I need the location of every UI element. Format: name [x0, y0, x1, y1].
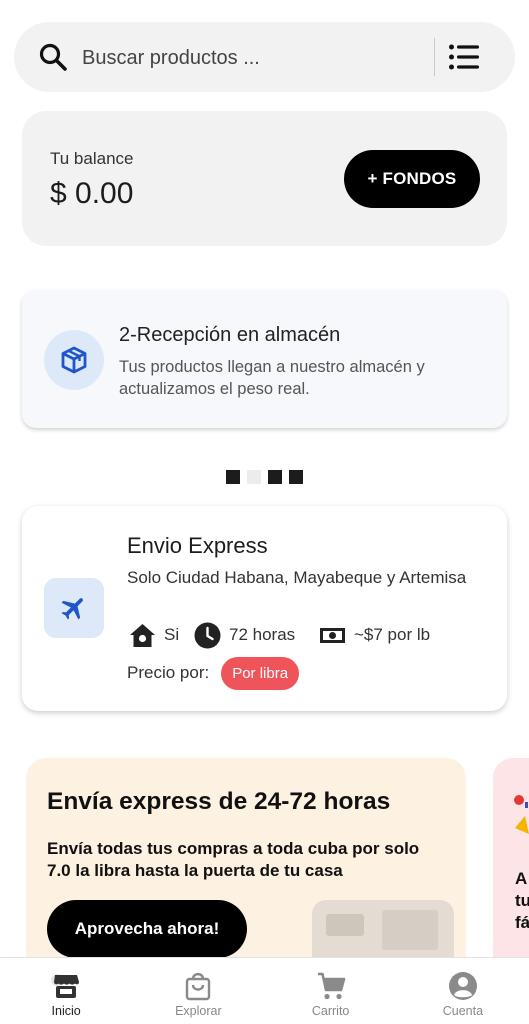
add-funds-button[interactable]: + FONDOS [344, 150, 480, 208]
money-icon [320, 627, 345, 643]
promo-text: Envía todas tus compras a toda cuba por … [47, 839, 420, 880]
search-input[interactable] [82, 44, 412, 72]
search-divider [434, 38, 435, 76]
airplane-icon [61, 598, 83, 620]
house-icon [130, 623, 155, 647]
balance-card: Tu balance $ 0.00 + FONDOS [22, 111, 507, 246]
package-icon [61, 346, 87, 374]
carousel-indicator [226, 470, 303, 484]
shipping-icon-badge [44, 578, 104, 638]
nav-label: Inicio [51, 1004, 81, 1018]
nav-label: Carrito [311, 1004, 350, 1018]
balance-label: Tu balance [50, 149, 134, 168]
search-bar[interactable] [14, 22, 515, 92]
party-popper-icon [514, 795, 529, 834]
carousel-dot[interactable] [268, 470, 282, 484]
account-icon [448, 972, 477, 1000]
step-description: Tus productos llegan a nuestro almacén y… [119, 358, 425, 398]
price-by-badge: Por libra [221, 656, 300, 690]
photo-detail [382, 910, 438, 950]
bottom-navigation: Inicio Explorar Carrito Cuenta [0, 957, 529, 1024]
price-by-label: Precio por: [127, 663, 210, 682]
next-promo-text: A tu fá [515, 869, 529, 932]
shipping-option-card[interactable]: Envio Express Solo Ciudad Habana, Mayabe… [22, 506, 507, 711]
promo-banner[interactable]: Envía express de 24-72 horas Envía todas… [26, 758, 466, 988]
carousel-dot[interactable] [226, 470, 240, 484]
cart-icon [317, 972, 345, 1000]
price-by-row: Precio por: Por libra [127, 656, 300, 690]
duration-value: 72 horas [229, 625, 296, 644]
cost-value: ~$7 por lb [354, 625, 431, 644]
balance-amount: $ 0.00 [50, 177, 134, 210]
nav-label: Explorar [175, 1004, 222, 1018]
step-icon-badge [44, 330, 104, 390]
process-step-card[interactable]: 2-Recepción en almacén Tus productos lle… [22, 290, 507, 428]
promo-title: Envía express de 24-72 horas [47, 788, 391, 815]
next-promo-banner[interactable]: A tu fá [493, 758, 529, 988]
photo-detail [326, 914, 364, 936]
shopping-bag-icon [186, 972, 211, 1001]
nav-item-cuenta[interactable]: Cuenta [397, 958, 529, 1024]
nav-item-explorar[interactable]: Explorar [132, 958, 264, 1024]
clock-icon [194, 622, 221, 648]
shipping-title: Envio Express [127, 533, 268, 558]
cost-feature: ~$7 por lb [319, 621, 430, 649]
list-menu-icon[interactable] [448, 42, 480, 72]
promo-cta-button[interactable]: Aprovecha ahora! [47, 900, 247, 958]
carousel-dot-active[interactable] [247, 470, 261, 484]
nav-item-carrito[interactable]: Carrito [265, 958, 397, 1024]
duration-feature: 72 horas [194, 621, 295, 649]
nav-item-inicio[interactable]: Inicio [0, 958, 132, 1024]
shipping-zone: Solo Ciudad Habana, Mayabeque y Artemisa [127, 568, 467, 587]
carousel-dot[interactable] [289, 470, 303, 484]
nav-label: Cuenta [442, 1004, 484, 1018]
store-icon [51, 974, 80, 998]
home-delivery-feature: Si [129, 621, 179, 649]
step-title: 2-Recepción en almacén [119, 324, 341, 346]
home-delivery-value: Si [164, 625, 180, 644]
search-icon[interactable] [38, 42, 68, 72]
